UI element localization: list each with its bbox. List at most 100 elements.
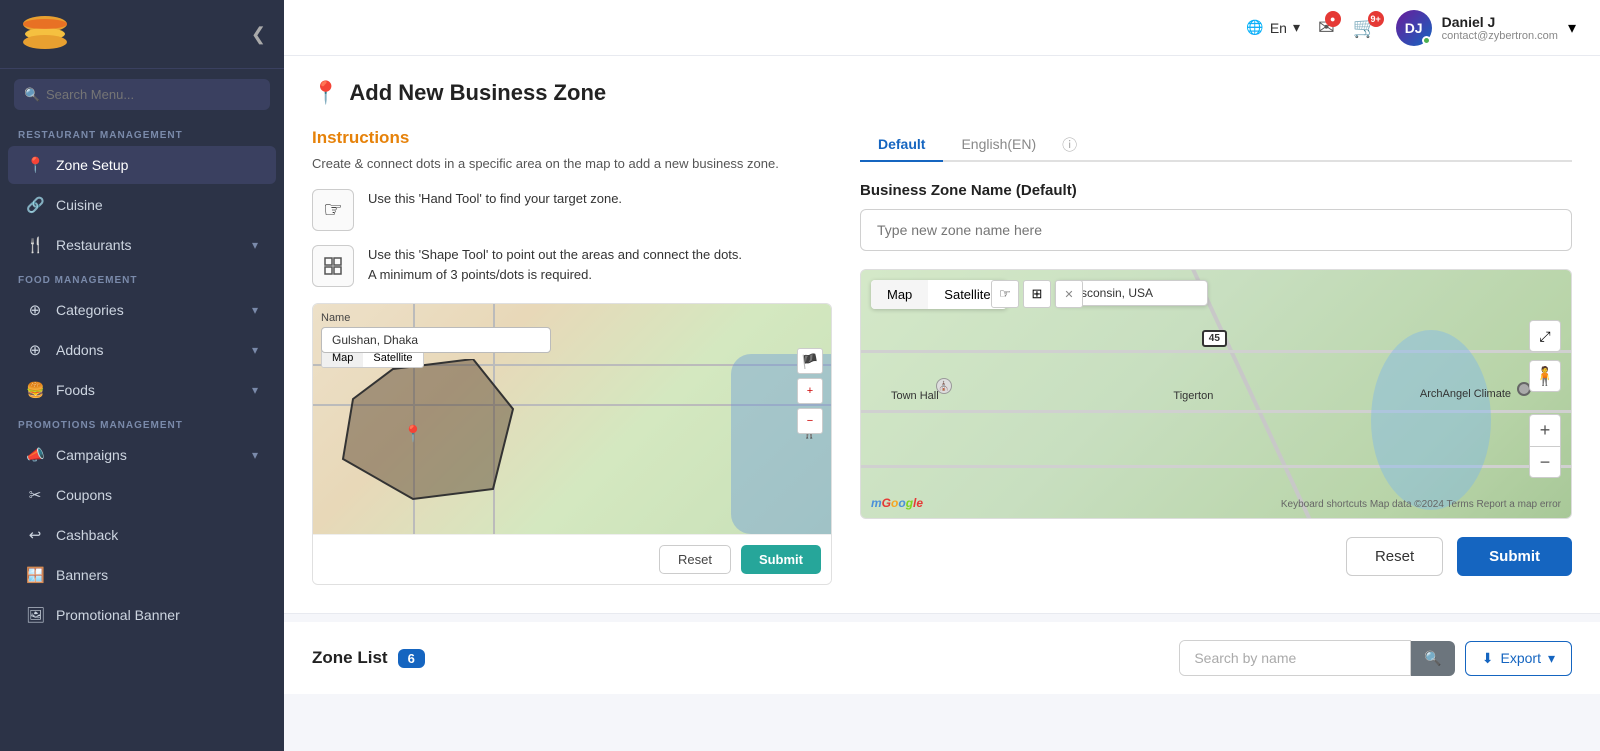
campaigns-icon: 📣 <box>26 446 44 464</box>
zone-search-wrapper: 🔍 <box>1179 640 1454 676</box>
sidebar-item-label-promotional-banner: Promotional Banner <box>56 607 180 623</box>
export-button-label: Export <box>1501 650 1541 666</box>
map-zoom-out-button[interactable]: − <box>1529 446 1561 478</box>
sidebar-item-banners[interactable]: 🪟 Banners <box>8 556 276 594</box>
cart-button[interactable]: 🛒 9+ <box>1353 15 1378 40</box>
map-label-archangel: ArchAngel Climate <box>1420 388 1511 400</box>
sidebar-item-cashback[interactable]: ↩ Cashback <box>8 516 276 554</box>
zone-list-panel: Zone List 6 🔍 ⬇ Export <box>284 622 1600 694</box>
google-logo: mGoogle <box>871 496 923 510</box>
map-pegman-icon[interactable]: 🧍 <box>1529 360 1561 392</box>
sidebar-item-categories[interactable]: ⊕ Categories ▾ <box>8 291 276 329</box>
hand-tool-icon-box: ☞ <box>312 189 354 231</box>
map-shape-tool-btn[interactable]: ⊞ <box>1023 280 1051 308</box>
map-zoom-in-button[interactable]: + <box>1529 414 1561 446</box>
zone-name-input[interactable] <box>860 209 1572 251</box>
language-label: En <box>1270 20 1287 36</box>
zone-language-tabs: Default English(EN) ⓘ <box>860 128 1572 162</box>
actual-map-tab[interactable]: Map <box>871 280 928 309</box>
restaurants-icon: 🍴 <box>26 236 44 254</box>
map-fullscreen-button[interactable]: ⤢ <box>1529 320 1561 352</box>
zone-list-title-text: Zone List <box>312 648 388 668</box>
map-label-tigerton: Tigerton <box>1173 390 1213 402</box>
language-dropdown-icon: ▾ <box>1293 19 1300 36</box>
zone-setup-icon: 📍 <box>26 156 44 174</box>
tab-default[interactable]: Default <box>860 128 943 162</box>
pin-icon: 📍 <box>312 80 339 106</box>
map-copyright: Keyboard shortcuts Map data ©2024 Terms … <box>1281 499 1561 510</box>
avatar: DJ <box>1396 10 1432 46</box>
sidebar-item-label-restaurants: Restaurants <box>56 237 131 253</box>
zone-name-label: Business Zone Name (Default) <box>860 182 1572 199</box>
two-column-layout: Instructions Create & connect dots in a … <box>312 128 1572 585</box>
language-globe-icon: 🌐 <box>1246 19 1263 36</box>
export-down-icon: ⬇ <box>1482 650 1494 667</box>
sidebar-collapse-button[interactable]: ❮ <box>251 24 266 45</box>
zone-count-badge: 6 <box>398 649 425 668</box>
instruction-row-1: ☞ Use this 'Hand Tool' to find your targ… <box>312 189 832 231</box>
instruction-text-2: Use this 'Shape Tool' to point out the a… <box>368 245 742 284</box>
map-preview: Name <box>312 303 832 585</box>
user-menu[interactable]: DJ Daniel J contact@zybertron.com ▾ <box>1396 10 1576 46</box>
sidebar-item-campaigns[interactable]: 📣 Campaigns ▾ <box>8 436 276 474</box>
zone-search-input[interactable] <box>1180 641 1410 675</box>
sidebar-search-area: 🔍 <box>0 69 284 120</box>
map-name-input[interactable] <box>321 327 551 353</box>
user-dropdown-icon: ▾ <box>1568 18 1576 38</box>
preview-submit-button[interactable]: Submit <box>741 545 821 574</box>
topbar: 🌐 En ▾ ✉ ● 🛒 9+ DJ Daniel J contact@zybe… <box>284 0 1600 56</box>
sidebar-item-promotional-banner[interactable]: 🖼 Promotional Banner <box>8 596 276 634</box>
sidebar-item-label-campaigns: Campaigns <box>56 447 127 463</box>
user-name: Daniel J <box>1442 14 1558 30</box>
instruction-row-2: Use this 'Shape Tool' to point out the a… <box>312 245 832 287</box>
map-hand-tool-btn[interactable]: ☞ <box>991 280 1019 308</box>
sidebar-item-label-addons: Addons <box>56 342 103 358</box>
sidebar-logo-area: ❮ <box>0 0 284 69</box>
preview-reset-button[interactable]: Reset <box>659 545 731 574</box>
instruction-text-1: Use this 'Hand Tool' to find your target… <box>368 189 622 209</box>
map-river <box>1371 330 1491 510</box>
foods-arrow-icon: ▾ <box>252 383 258 397</box>
instructions-title: Instructions <box>312 128 832 148</box>
sidebar-item-foods[interactable]: 🍔 Foods ▾ <box>8 371 276 409</box>
user-info: Daniel J contact@zybertron.com <box>1442 14 1558 42</box>
map-label-townhall: Town Hall <box>891 390 939 402</box>
sidebar-item-restaurants[interactable]: 🍴 Restaurants ▾ <box>8 226 276 264</box>
restaurants-arrow-icon: ▾ <box>252 238 258 252</box>
zone-list-title: Zone List 6 <box>312 648 425 668</box>
instructions-description: Create & connect dots in a specific area… <box>312 156 832 171</box>
zone-form-column: Default English(EN) ⓘ Business Zone Name… <box>860 128 1572 585</box>
mail-badge: ● <box>1325 11 1341 27</box>
language-selector[interactable]: 🌐 En ▾ <box>1246 19 1300 36</box>
avatar-online-indicator <box>1422 36 1431 45</box>
zone-search-button[interactable]: 🔍 <box>1411 641 1454 676</box>
sidebar-item-zone-setup[interactable]: 📍 Zone Setup <box>8 146 276 184</box>
addons-icon: ⊕ <box>26 341 44 359</box>
mail-button[interactable]: ✉ ● <box>1318 15 1335 40</box>
preview-zoom-plus[interactable]: + <box>797 378 823 404</box>
sidebar-item-addons[interactable]: ⊕ Addons ▾ <box>8 331 276 369</box>
tab-english[interactable]: English(EN) <box>943 128 1054 162</box>
route-sign: 45 <box>1202 330 1227 347</box>
map-close-search-btn[interactable]: ✕ <box>1055 280 1083 308</box>
main-area: 🌐 En ▾ ✉ ● 🛒 9+ DJ Daniel J contact@zybe… <box>284 0 1600 751</box>
form-actions: Reset Submit <box>860 537 1572 576</box>
section-restaurant-label: RESTAURANT MANAGEMENT <box>0 120 284 145</box>
zone-submit-button[interactable]: Submit <box>1457 537 1572 576</box>
section-food-label: FOOD MANAGEMENT <box>0 265 284 290</box>
map-name-label: Name <box>321 312 551 324</box>
zone-reset-button[interactable]: Reset <box>1346 537 1443 576</box>
export-button[interactable]: ⬇ Export ▾ <box>1465 641 1572 676</box>
preview-hand-tool-btn[interactable]: 🏴 <box>797 348 823 374</box>
preview-zoom-minus[interactable]: − <box>797 408 823 434</box>
tab-info-icon[interactable]: ⓘ <box>1062 134 1077 155</box>
sidebar-item-coupons[interactable]: ✂ Coupons <box>8 476 276 514</box>
map-search-input[interactable] <box>1067 286 1197 300</box>
search-button-icon: 🔍 <box>1424 650 1441 666</box>
zone-search-input-wrap <box>1179 640 1411 676</box>
sidebar-search-input[interactable] <box>14 79 270 110</box>
export-dropdown-icon: ▾ <box>1548 650 1555 667</box>
sidebar-item-cuisine[interactable]: 🔗 Cuisine <box>8 186 276 224</box>
categories-arrow-icon: ▾ <box>252 303 258 317</box>
map-preview-inner: Name <box>313 304 831 534</box>
